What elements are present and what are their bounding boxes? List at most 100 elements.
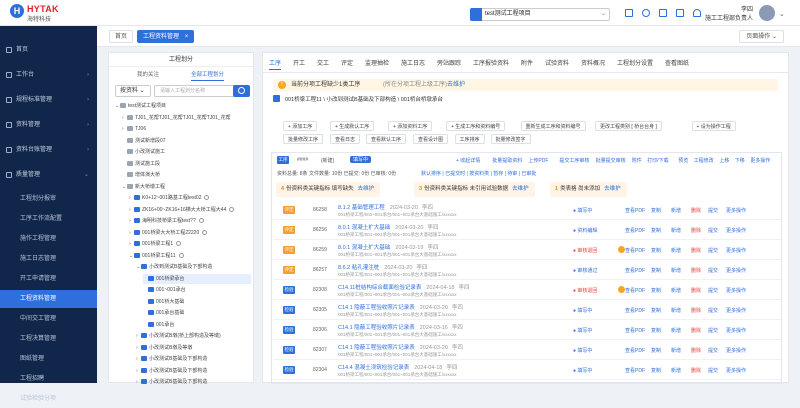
list-link[interactable]: 预览	[678, 157, 688, 164]
tree-node[interactable]: › 海明科技桥梁工程test??	[129, 216, 251, 226]
row-action[interactable]: 查看PDF	[625, 227, 645, 234]
tree-node[interactable]: 测试施工段	[122, 159, 251, 169]
sidebar-item[interactable]: 工作台 ›	[0, 65, 97, 85]
row-action[interactable]: 新增	[671, 347, 681, 354]
tree-node[interactable]: ⌄ 001桥梁工程11	[129, 251, 251, 261]
row-action[interactable]: 查看PDF	[625, 287, 645, 294]
indicator-card[interactable]: 3 份资料类关键指标 未引用试验数据 去维护	[414, 182, 535, 197]
tree-node[interactable]: ⌄ test测试工程项目	[115, 101, 251, 111]
follow-icon[interactable]	[176, 241, 182, 246]
follow-icon[interactable]	[229, 206, 235, 212]
tree-node[interactable]: 001承台基础	[143, 308, 251, 318]
tree-node[interactable]: › TJ01_花帮TJ01_花帮TJ01_花帮TJ01_花帮	[122, 113, 251, 123]
sidebar-item[interactable]: 资料台账管理 ›	[0, 140, 97, 160]
row-action[interactable]: 删除	[691, 267, 701, 274]
row-action[interactable]: 更多操作	[726, 287, 746, 294]
clock-icon[interactable]	[642, 9, 650, 17]
tree-node[interactable]: › 小改测试B墩及等墩	[136, 343, 251, 353]
tree-node[interactable]: › 001桥梁工程1	[129, 239, 251, 249]
sidebar-subitem[interactable]: 工程资料管理	[0, 290, 97, 308]
list-link[interactable]: 附件	[632, 157, 642, 164]
tree-filter-select[interactable]: 按资料 ⌄	[115, 85, 151, 97]
sidebar-item[interactable]: 质量管理 ⌄	[0, 165, 97, 185]
tab-9[interactable]: 试验资料	[545, 58, 569, 70]
bell-icon[interactable]	[693, 9, 701, 17]
row-action[interactable]: 删除	[691, 207, 701, 214]
row-action[interactable]: 复制	[651, 267, 661, 274]
tree-node[interactable]: › 001桥梁大大桥工程22220	[129, 228, 251, 238]
tab-0[interactable]: 工序	[269, 58, 282, 70]
row-action[interactable]: 新增	[671, 207, 681, 214]
tab-6[interactable]: 旁站跟踪	[437, 58, 461, 70]
list-link[interactable]: 提交工序审核	[559, 157, 589, 164]
row-action[interactable]: 新增	[671, 327, 681, 334]
action-button[interactable]: 更改工程类别 [ 桥台台身 ]	[595, 121, 662, 131]
row-action[interactable]: 删除	[691, 307, 701, 314]
tab-1[interactable]: 开工	[293, 58, 305, 70]
page-ops-button[interactable]: 页面操作 ⌄	[739, 30, 784, 43]
table-row[interactable]: 检验 82308 C14.11桩结构综合截面检验记录表 2024-04-18 李四 001…	[273, 281, 781, 300]
alert-link[interactable]: 去维护	[447, 79, 465, 91]
row-action[interactable]: 复制	[651, 347, 661, 354]
action-button[interactable]: + 生成默认工序	[330, 121, 375, 131]
table-row[interactable]: 评定 86259 8.0.1 混凝土扩大基础 2024-03-19 李四 001桥梁工程/…	[273, 241, 781, 260]
sidebar-subitem[interactable]: 试验检验分项	[0, 390, 97, 408]
indicator-link[interactable]: 去维护	[358, 186, 375, 192]
row-action[interactable]: 复制	[651, 207, 661, 214]
row-action[interactable]: 查看PDF	[625, 327, 645, 334]
action-button[interactable]: 查看默认工序	[366, 134, 407, 144]
sidebar-subitem[interactable]: 施工日志管理	[0, 250, 97, 268]
table-row[interactable]: 评定 86256 8.0.1 混凝土扩大基础 2024-03-20 李四 001桥梁工程/…	[273, 221, 781, 240]
sidebar-subitem[interactable]: 中间交工管理	[0, 310, 97, 328]
row-title[interactable]: C14.11桩结构综合截面检验记录表 2024-04-18 李四	[338, 283, 469, 291]
table-row[interactable]: 检验 82306 C14.1 隐蔽工程验收照片记录表 2024-03-16 李四 001桥…	[273, 321, 781, 340]
avatar[interactable]	[759, 5, 775, 21]
list-link[interactable]: 更多操作	[750, 157, 770, 164]
row-title[interactable]: C14.1 隐蔽工程验收照片记录表 2024-03-20 李四	[338, 343, 463, 351]
tree-node[interactable]: 小改测试施工	[122, 147, 251, 157]
row-action[interactable]: 更多操作	[726, 327, 746, 334]
trash-icon[interactable]	[659, 9, 667, 17]
follow-icon[interactable]	[202, 229, 208, 235]
sidebar-item[interactable]: 首页	[0, 40, 97, 60]
row-action[interactable]: 查看PDF	[625, 347, 645, 354]
tab-11[interactable]: 工程划分设置	[617, 58, 653, 70]
action-button[interactable]: + 生成工序和资料编号	[446, 121, 506, 131]
table-row[interactable]: 检验 82305 C14.1 隐蔽工程验收照片记录表 2024-03-20 李四 001桥…	[273, 301, 781, 320]
follow-icon[interactable]	[178, 252, 184, 258]
sidebar-subitem[interactable]: 工程招聘	[0, 370, 97, 388]
row-action[interactable]: 删除	[691, 347, 701, 354]
project-selector[interactable]: test测试工程项目 ⌄	[470, 8, 610, 21]
row-action[interactable]: 复制	[651, 287, 661, 294]
tree-node[interactable]: 001桥大基础	[143, 297, 251, 307]
list-link[interactable]: 工程修改	[694, 157, 714, 164]
row-action[interactable]: 新增	[671, 307, 681, 314]
row-action[interactable]: 查看PDF	[625, 207, 645, 214]
table-row[interactable]: 评定 86257 8.6.2 粘孔灌注桩 2024-03-20 李四 001桥梁工程/00…	[273, 261, 781, 280]
sidebar-subitem[interactable]: 开工申请管理	[0, 270, 97, 288]
tree-node[interactable]: 001承台	[143, 320, 251, 330]
indicator-card[interactable]: 1 类表格 尚未添加 去维护	[550, 182, 627, 197]
list-link[interactable]: 下移	[735, 157, 745, 164]
row-action[interactable]: 提交	[708, 207, 718, 214]
tree-node[interactable]: ⌄ 小改到测试B基础及下部构造	[136, 262, 251, 272]
sidebar-subitem[interactable]: 工程划分报审	[0, 190, 97, 208]
list-link[interactable]: 打印/下载	[647, 157, 668, 164]
row-action[interactable]: 提交	[708, 327, 718, 334]
row-action[interactable]: 提交	[708, 267, 718, 274]
list-link[interactable]: 批量提交审核	[596, 157, 626, 164]
list-link[interactable]: 批量提取资料	[492, 157, 522, 164]
row-action[interactable]: 删除	[691, 367, 701, 374]
tree-node[interactable]: › 小改测试B基础及下部构造	[136, 354, 251, 364]
row-action[interactable]: 提交	[708, 307, 718, 314]
action-button[interactable]: + 设为操作工程	[691, 121, 736, 131]
tree-node[interactable]: 测试新增段07	[122, 136, 251, 146]
row-action[interactable]: 查看PDF	[625, 267, 645, 274]
sidebar-subitem[interactable]: 工序工作流配置	[0, 210, 97, 228]
row-title[interactable]: 8.6.2 粘孔灌注桩 2024-03-20 李四	[338, 263, 427, 271]
row-action[interactable]: 提交	[708, 287, 718, 294]
action-button[interactable]: + 添加工序	[283, 121, 318, 131]
calendar-icon[interactable]	[676, 9, 684, 17]
row-action[interactable]: 新增	[671, 287, 681, 294]
tree-node[interactable]: 增体演大桥	[122, 170, 251, 180]
